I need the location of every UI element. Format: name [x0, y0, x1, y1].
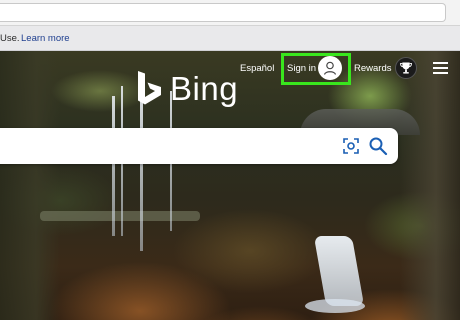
trophy-icon[interactable]	[395, 57, 417, 79]
bing-logo-icon	[138, 71, 161, 105]
rock-ledge	[40, 211, 200, 221]
cookie-notice-bar: Use. Learn more	[0, 26, 460, 51]
waterfall-stream	[140, 101, 143, 251]
user-avatar-icon[interactable]	[318, 56, 342, 80]
browser-toolbar	[0, 0, 460, 26]
rewards-link[interactable]: Rewards	[354, 63, 392, 74]
search-icon[interactable]	[368, 136, 388, 156]
signin-link[interactable]: Sign in	[287, 63, 316, 74]
waterfall-cascade	[313, 236, 365, 306]
hamburger-menu-icon[interactable]	[433, 62, 448, 74]
rock-wall-left	[0, 51, 60, 320]
visual-search-icon[interactable]	[342, 137, 360, 155]
rock-wall-right	[400, 51, 460, 320]
bing-logo-text: Bing	[170, 70, 239, 107]
waterfall-stream	[112, 96, 115, 236]
language-link[interactable]: Español	[240, 63, 274, 74]
browser-address-field[interactable]	[0, 3, 446, 22]
learn-more-link[interactable]: Learn more	[21, 33, 70, 44]
waterfall-pool	[305, 299, 365, 313]
notice-text: Use.	[0, 33, 20, 44]
search-box[interactable]	[0, 128, 398, 164]
search-input[interactable]	[8, 136, 328, 156]
